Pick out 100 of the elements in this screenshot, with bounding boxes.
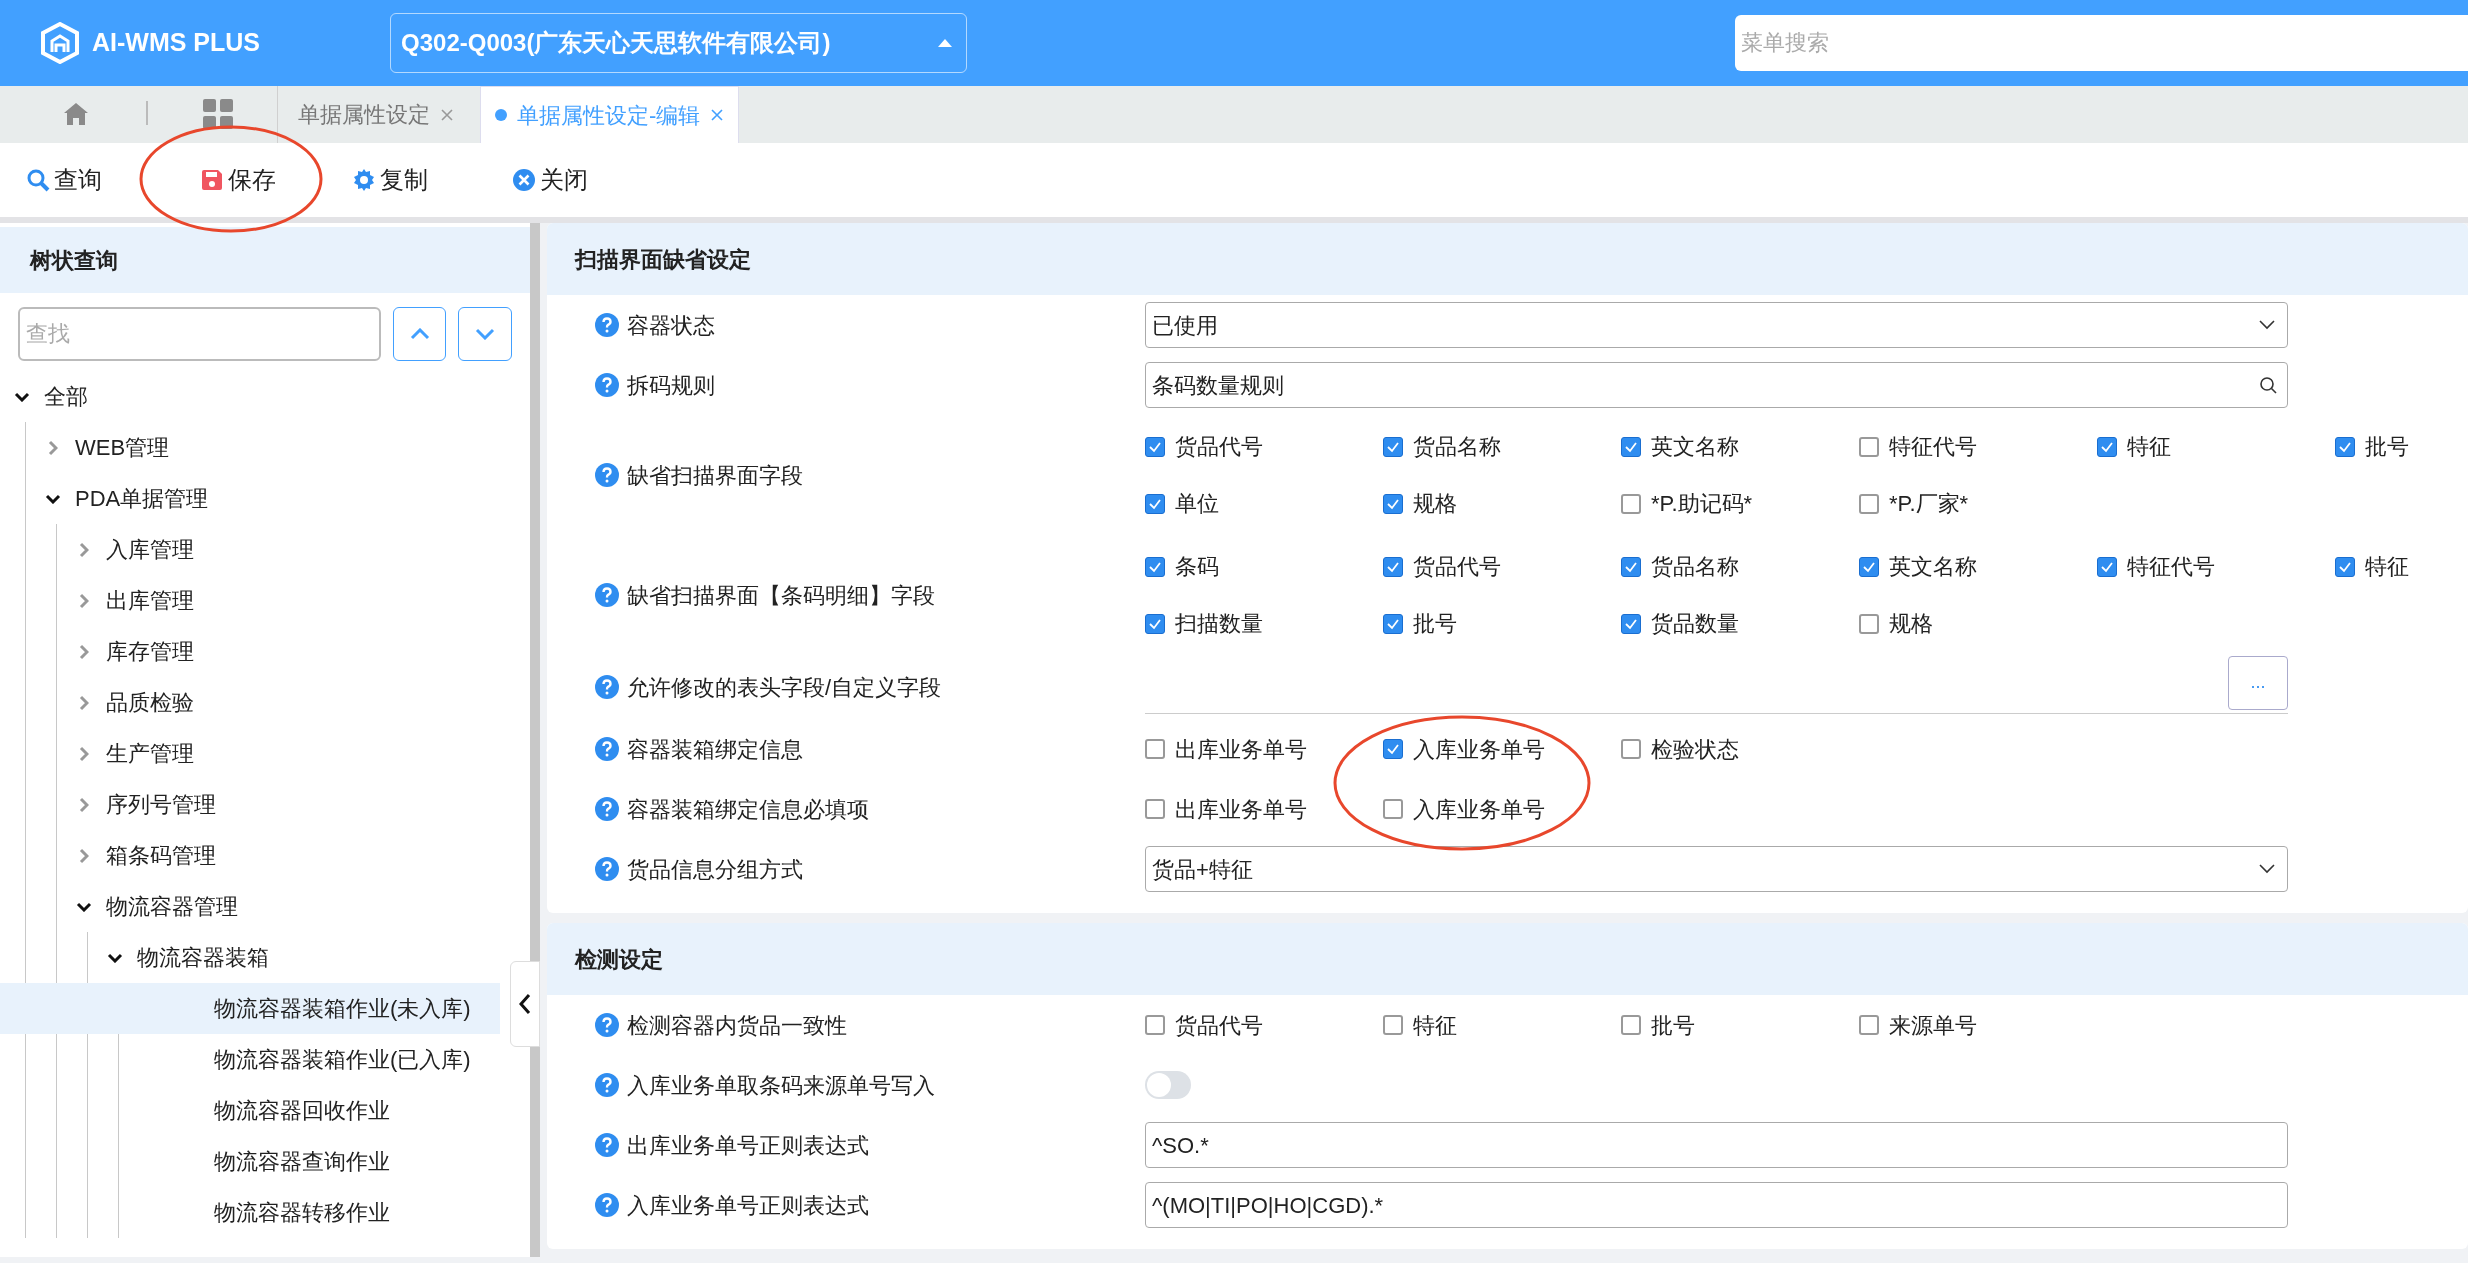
toolbar-button[interactable]: 保存 bbox=[200, 162, 276, 198]
field-label: 拆码规则 bbox=[627, 371, 716, 400]
tree-item[interactable]: 出库管理 bbox=[0, 575, 500, 626]
checkbox[interactable] bbox=[1145, 493, 1165, 514]
chevron-down-icon bbox=[2259, 320, 2275, 330]
tree-item[interactable]: 物流容器回收作业 bbox=[0, 1085, 500, 1136]
input-field[interactable]: ^SO.* bbox=[1145, 1122, 2288, 1168]
help-icon bbox=[595, 1193, 619, 1217]
checkbox[interactable] bbox=[1383, 493, 1403, 514]
checkbox[interactable] bbox=[1383, 436, 1403, 457]
checkbox[interactable] bbox=[1383, 613, 1403, 634]
tree-item[interactable]: 物流容器转移作业 bbox=[0, 1187, 500, 1238]
home-icon[interactable] bbox=[63, 102, 89, 126]
checkbox[interactable] bbox=[1383, 556, 1403, 577]
checkbox-label: 特征 bbox=[2127, 433, 2171, 461]
checkbox[interactable] bbox=[1621, 556, 1641, 577]
input-field[interactable]: ^(MO|TI|PO|HO|CGD).* bbox=[1145, 1182, 2288, 1228]
checkbox[interactable] bbox=[1383, 799, 1403, 819]
search-icon bbox=[2259, 376, 2277, 394]
field-label: 入库业务单取条码来源单号写入 bbox=[627, 1071, 936, 1100]
checkbox-label: 来源单号 bbox=[1889, 1011, 1977, 1040]
checkbox[interactable] bbox=[1621, 436, 1641, 457]
checkbox-label: 批号 bbox=[1413, 610, 1457, 638]
checkbox[interactable] bbox=[1145, 613, 1165, 634]
field-label: 容器状态 bbox=[627, 311, 716, 340]
checkbox-label: 条码 bbox=[1175, 553, 1219, 581]
help-icon bbox=[595, 1013, 619, 1037]
checkbox[interactable] bbox=[1621, 493, 1641, 514]
tree-item[interactable]: 物流容器装箱 bbox=[0, 932, 500, 983]
chevron-down-icon bbox=[2259, 864, 2275, 874]
checkbox[interactable] bbox=[1145, 1015, 1165, 1035]
tree-item[interactable]: 物流容器查询作业 bbox=[0, 1136, 500, 1187]
help-icon bbox=[595, 737, 619, 761]
tree-item[interactable]: 箱条码管理 bbox=[0, 830, 500, 881]
tree-item[interactable]: 物流容器管理 bbox=[0, 881, 500, 932]
checkbox[interactable] bbox=[1383, 739, 1403, 759]
checkbox[interactable] bbox=[1621, 1015, 1641, 1035]
help-icon bbox=[595, 857, 619, 881]
field-label: 检测容器内货品一致性 bbox=[627, 1011, 848, 1040]
lookup-field[interactable]: 条码数量规则 bbox=[1145, 362, 2288, 408]
checkbox[interactable] bbox=[1621, 739, 1641, 759]
checkbox[interactable] bbox=[1859, 493, 1879, 514]
checkbox-label: 货品代号 bbox=[1175, 1011, 1263, 1040]
checkbox[interactable] bbox=[2097, 436, 2117, 457]
grid-icon[interactable] bbox=[203, 99, 233, 129]
checkbox[interactable] bbox=[1383, 1015, 1403, 1035]
tree-item[interactable]: 入库管理 bbox=[0, 524, 500, 575]
tree-item[interactable]: 品质检验 bbox=[0, 677, 500, 728]
checkbox[interactable] bbox=[1859, 613, 1879, 634]
tree-search-field[interactable]: 查找 bbox=[18, 307, 381, 361]
tree-item[interactable]: 物流容器装箱作业(未入库) bbox=[0, 983, 500, 1034]
checkbox-label: 入库业务单号 bbox=[1413, 735, 1545, 764]
chevron-down-icon bbox=[475, 328, 496, 340]
dropdown[interactable]: 货品+特征 bbox=[1145, 846, 2288, 892]
checkbox[interactable] bbox=[1145, 436, 1165, 457]
tree-item[interactable]: 库存管理 bbox=[0, 626, 500, 677]
panel-title: 树状查询 bbox=[0, 227, 530, 293]
tree-item[interactable]: 全部 bbox=[0, 371, 500, 422]
checkbox[interactable] bbox=[1145, 556, 1165, 577]
tree-item[interactable]: WEB管理 bbox=[0, 422, 500, 473]
checkbox-label: 批号 bbox=[1651, 1011, 1695, 1040]
checkbox[interactable] bbox=[2335, 556, 2355, 577]
tree-item[interactable]: PDA单据管理 bbox=[0, 473, 500, 524]
checkbox-label: 出库业务单号 bbox=[1175, 735, 1307, 764]
dropdown[interactable]: 已使用 bbox=[1145, 302, 2288, 348]
previous-match-button[interactable] bbox=[392, 307, 447, 361]
more-button[interactable]: ... bbox=[2228, 655, 2288, 710]
section-title: 检测设定 bbox=[547, 923, 2468, 995]
checkbox[interactable] bbox=[1145, 739, 1165, 759]
tree-item[interactable]: 序列号管理 bbox=[0, 779, 500, 830]
checkbox[interactable] bbox=[1859, 556, 1879, 577]
help-icon bbox=[595, 1133, 619, 1157]
checkbox[interactable] bbox=[1859, 1015, 1879, 1035]
checkbox[interactable] bbox=[1859, 436, 1879, 457]
tree-item[interactable]: 生产管理 bbox=[0, 728, 500, 779]
toggle-switch[interactable] bbox=[1145, 1071, 1191, 1099]
checkbox-label: 货品代号 bbox=[1175, 433, 1263, 461]
checkbox[interactable] bbox=[2097, 556, 2117, 577]
app-name: AI-WMS PLUS bbox=[92, 27, 261, 59]
checkbox[interactable] bbox=[1621, 613, 1641, 634]
caret-icon bbox=[938, 39, 953, 47]
tree-item[interactable]: 物流容器装箱作业(已入库) bbox=[0, 1034, 500, 1085]
help-icon bbox=[595, 675, 619, 699]
checkbox[interactable] bbox=[2335, 436, 2355, 457]
close-icon bbox=[512, 168, 536, 192]
next-match-button[interactable] bbox=[458, 307, 512, 361]
chevron-up-icon bbox=[409, 328, 430, 340]
checkbox[interactable] bbox=[1145, 799, 1165, 819]
toolbar-button[interactable]: 关闭 bbox=[512, 162, 588, 198]
checkbox-label: 特征 bbox=[2365, 553, 2409, 581]
toolbar-button[interactable]: 查询 bbox=[26, 162, 102, 198]
field-label: 缺省扫描界面字段 bbox=[627, 461, 804, 490]
field-label: 缺省扫描界面【条码明细】字段 bbox=[627, 581, 936, 610]
tab[interactable]: 单据属性设定 bbox=[278, 86, 474, 143]
collapse-panel-button[interactable] bbox=[510, 961, 540, 1047]
menu-search-field[interactable]: 菜单搜索 bbox=[1735, 15, 2468, 71]
active-dot-icon bbox=[495, 109, 507, 121]
checkbox-label: 货品名称 bbox=[1651, 553, 1739, 581]
toolbar-button[interactable]: 复制 bbox=[352, 162, 428, 198]
checkbox-label: 特征代号 bbox=[1889, 433, 1977, 461]
